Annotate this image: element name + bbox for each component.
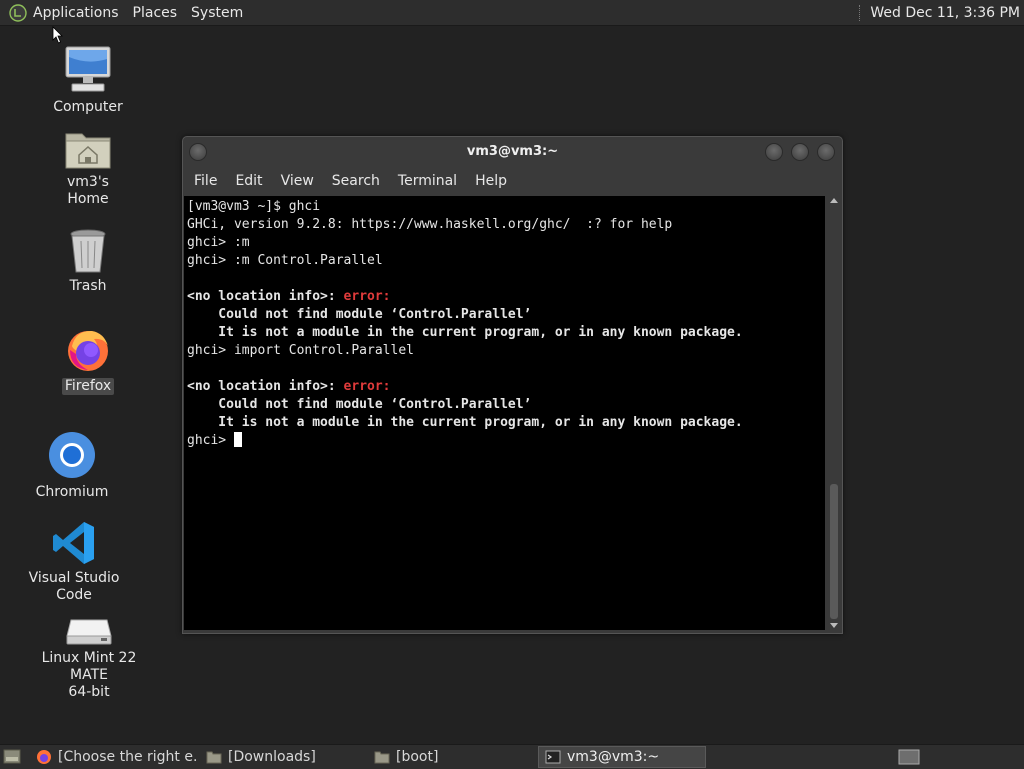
desktop-icon-label: Firefox xyxy=(61,378,115,395)
terminal-error-line: <no location info>: error: xyxy=(187,288,825,306)
taskbar-item-label: [Choose the right e... xyxy=(58,749,196,765)
desktop-icon-label: Chromium xyxy=(35,484,109,500)
terminal-icon xyxy=(545,750,561,764)
workspace-switcher-icon[interactable] xyxy=(898,749,920,765)
firefox-icon xyxy=(37,750,51,764)
system-menu[interactable]: System xyxy=(191,5,243,21)
terminal-window: vm3@vm3:~ File Edit View Search Terminal… xyxy=(182,136,843,634)
desktop-icon-chromium[interactable]: Chromium xyxy=(32,430,112,501)
taskbar-item-downloads[interactable]: [Downloads] xyxy=(200,746,366,768)
desktop-icon-label: Computer xyxy=(53,99,123,115)
clock-area: Wed Dec 11, 3:36 PM xyxy=(859,4,1020,21)
terminal-scrollbar[interactable] xyxy=(827,196,841,630)
menu-search[interactable]: Search xyxy=(332,173,380,189)
bottom-panel: [Choose the right e... [Downloads] [boot… xyxy=(0,744,1024,769)
desktop-icon-vscode[interactable]: Visual Studio Code xyxy=(14,520,134,604)
error-label: error: xyxy=(343,379,391,394)
drive-icon xyxy=(66,619,112,645)
terminal-line: GHCi, version 9.2.8: https://www.haskell… xyxy=(187,217,673,232)
folder-icon xyxy=(374,751,390,764)
desktop-icon-label: Linux Mint 22 MATE xyxy=(41,650,137,683)
error-location: <no location info>: xyxy=(187,379,344,394)
scroll-down-arrow-icon[interactable] xyxy=(830,623,838,628)
terminal-line: [vm3@vm3 ~]$ ghci xyxy=(187,199,321,214)
terminal-error-line: <no location info>: error: xyxy=(187,378,825,396)
desktop-icon-home[interactable]: vm3's Home xyxy=(48,128,128,208)
terminal-line: ghci> import Control.Parallel xyxy=(187,343,414,358)
desktop-icon-label: Trash xyxy=(69,278,107,294)
folder-icon xyxy=(206,751,222,764)
trash-icon xyxy=(70,229,106,273)
panel-separator xyxy=(859,4,862,21)
firefox-icon xyxy=(68,330,108,371)
menu-help[interactable]: Help xyxy=(475,173,507,189)
minimize-button[interactable] xyxy=(765,143,783,161)
taskbar-item-boot[interactable]: [boot] xyxy=(368,746,534,768)
taskbar-item-label: [boot] xyxy=(396,749,439,765)
menu-terminal[interactable]: Terminal xyxy=(398,173,457,189)
taskbar-item-label: [Downloads] xyxy=(228,749,316,765)
window-title: vm3@vm3:~ xyxy=(466,144,559,159)
error-location: <no location info>: xyxy=(187,289,344,304)
terminal-line: ghci> :m xyxy=(187,235,250,250)
menu-file[interactable]: File xyxy=(194,173,217,189)
prompt: ghci> xyxy=(187,433,234,448)
mint-menu-icon[interactable] xyxy=(9,3,27,22)
terminal-error-message: Could not find module ‘Control.Parallel’ xyxy=(187,307,532,322)
desktop-icon-drive[interactable]: Linux Mint 22 MATE 64-bit xyxy=(18,614,160,701)
error-label: error: xyxy=(343,289,391,304)
vscode-icon xyxy=(53,522,94,564)
close-button[interactable] xyxy=(817,143,835,161)
desktop-icon-trash[interactable]: Trash xyxy=(48,228,128,295)
desktop-icon-label-line2: 64-bit xyxy=(68,684,110,700)
desktop-icon-computer[interactable]: Computer xyxy=(48,45,128,116)
terminal-line: ghci> :m Control.Parallel xyxy=(187,253,383,268)
taskbar-item-firefox[interactable]: [Choose the right e... xyxy=(30,746,196,768)
text-cursor xyxy=(233,432,242,447)
terminal-prompt-line[interactable]: ghci> xyxy=(187,432,825,450)
computer-icon xyxy=(65,46,111,92)
desktop-icon-label: vm3's Home xyxy=(67,174,109,207)
terminal-error-message: It is not a module in the current progra… xyxy=(187,415,743,430)
desktop-icon-firefox[interactable]: Firefox xyxy=(48,326,128,395)
taskbar-item-terminal[interactable]: vm3@vm3:~ xyxy=(538,746,706,768)
places-menu[interactable]: Places xyxy=(133,5,178,21)
terminal-error-message: Could not find module ‘Control.Parallel’ xyxy=(187,397,532,412)
maximize-button[interactable] xyxy=(791,143,809,161)
applications-menu[interactable]: Applications xyxy=(33,5,119,21)
home-folder-icon xyxy=(65,133,111,169)
terminal-error-message: It is not a module in the current progra… xyxy=(187,325,743,340)
menu-edit[interactable]: Edit xyxy=(235,173,262,189)
chromium-icon xyxy=(49,432,95,478)
scroll-up-arrow-icon[interactable] xyxy=(830,198,838,203)
mouse-pointer-icon xyxy=(52,26,63,44)
terminal-output[interactable]: [vm3@vm3 ~]$ ghci GHCi, version 9.2.8: h… xyxy=(184,196,825,630)
clock[interactable]: Wed Dec 11, 3:36 PM xyxy=(870,5,1020,21)
show-desktop-icon[interactable] xyxy=(3,748,21,765)
terminal-menubar: File Edit View Search Terminal Help xyxy=(183,167,842,195)
menu-view[interactable]: View xyxy=(281,173,314,189)
desktop-icon-label: Visual Studio Code xyxy=(28,570,120,603)
top-panel: Applications Places System Wed Dec 11, 3… xyxy=(0,0,1024,26)
terminal-titlebar[interactable]: vm3@vm3:~ xyxy=(183,137,842,167)
taskbar-item-label: vm3@vm3:~ xyxy=(567,749,660,765)
scrollbar-thumb[interactable] xyxy=(830,484,838,619)
